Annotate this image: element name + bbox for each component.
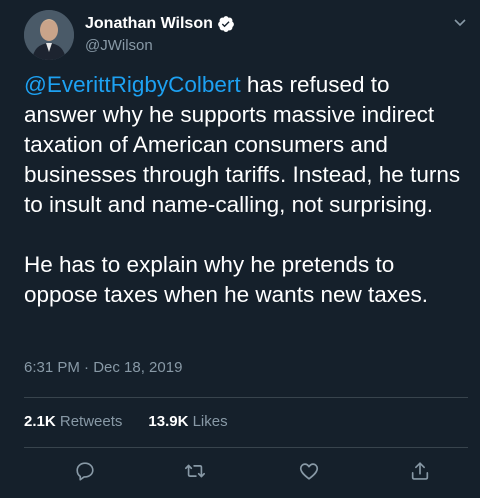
divider (24, 447, 468, 448)
share-icon[interactable] (407, 458, 433, 484)
retweets-label: Retweets (59, 413, 123, 430)
tweet-timestamp[interactable]: 6:31 PM · Dec 18, 2019 (24, 359, 182, 376)
like-icon[interactable] (296, 458, 322, 484)
divider (24, 397, 468, 398)
retweets-stat[interactable]: 2.1K Retweets (24, 413, 122, 430)
tweet-text: @EverittRigbyColbert has refused to answ… (24, 70, 468, 310)
avatar[interactable] (24, 10, 74, 60)
mention-link[interactable]: @EverittRigbyColbert (24, 72, 241, 97)
action-bar (0, 452, 480, 492)
chevron-down-icon[interactable] (452, 14, 468, 30)
reply-icon[interactable] (72, 458, 98, 484)
verified-icon (217, 15, 235, 33)
likes-label: Likes (192, 413, 228, 430)
likes-count: 13.9K (148, 413, 189, 430)
tweet-paragraph-1: @EverittRigbyColbert has refused to answ… (24, 70, 468, 220)
tweet-paragraph-2: He has to explain why he pretends to opp… (24, 252, 429, 307)
tweet-header: Jonathan Wilson @JWilson (24, 10, 468, 60)
retweet-icon[interactable] (182, 458, 208, 484)
likes-stat[interactable]: 13.9K Likes (148, 413, 227, 430)
display-name[interactable]: Jonathan Wilson (85, 15, 213, 33)
user-handle[interactable]: @JWilson (85, 37, 153, 54)
retweets-count: 2.1K (24, 413, 56, 430)
name-row: Jonathan Wilson (85, 15, 235, 33)
tweet-stats: 2.1K Retweets 13.9K Likes (24, 413, 254, 430)
